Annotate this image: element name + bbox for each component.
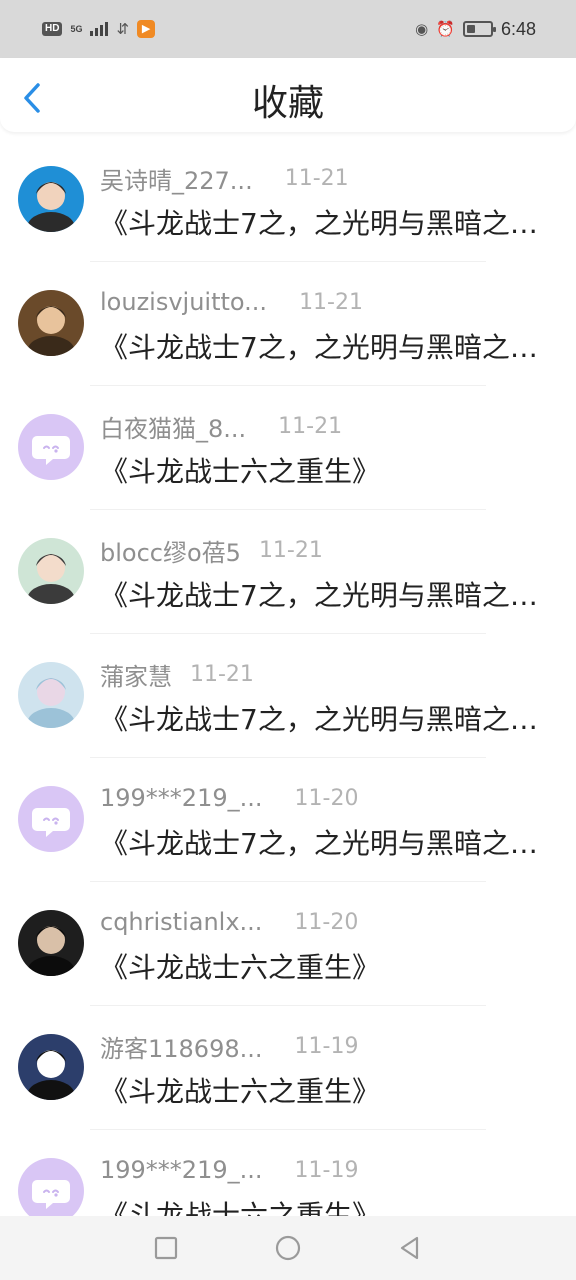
battery-icon <box>462 21 496 37</box>
meta-row: 游客118698... 11-19 <box>100 1029 359 1064</box>
meta-row: 白夜猫猫_8... 11-21 <box>100 409 343 444</box>
avatar[interactable] <box>18 1034 84 1100</box>
favorites-list: 吴诗晴_227... 11-21 《斗龙战士7之，之光明与黑暗之战》 louzisvj… <box>0 138 576 1216</box>
avatar[interactable] <box>18 290 84 356</box>
user-name[interactable]: blocc缪o蓓5 <box>100 533 241 568</box>
meta-row: 199***219_... 11-19 <box>100 1154 358 1186</box>
user-name[interactable]: 白夜猫猫_8... <box>100 409 246 444</box>
avatar[interactable] <box>18 662 84 728</box>
meta-row: 吴诗晴_227... 11-21 <box>100 161 349 196</box>
app-header: 收藏 <box>0 58 576 132</box>
recent-apps-icon <box>154 1236 178 1260</box>
recent-apps-button[interactable] <box>151 1233 181 1263</box>
app-notification-icon: ▶ <box>137 20 156 38</box>
meta-row: blocc缪o蓓5 11-21 <box>100 533 323 568</box>
list-item[interactable]: cqhristianlx... 11-20 《斗龙战士六之重生》 <box>0 882 576 1006</box>
meta-row: louzisvjuitto... 11-21 <box>100 286 363 318</box>
status-left: HD 5G ⇵ ▶ <box>42 20 156 38</box>
avatar[interactable] <box>18 786 84 852</box>
system-nav-bar <box>0 1216 576 1280</box>
page-title: 收藏 <box>251 83 324 124</box>
user-name[interactable]: 游客118698... <box>100 1029 263 1064</box>
list-item[interactable]: 游客118698... 11-19 《斗龙战士六之重生》 <box>0 1006 576 1130</box>
favorite-date: 11-21 <box>190 661 254 687</box>
status-bar: HD 5G ⇵ ▶ ◉ ⏰ 6:48 <box>0 0 576 58</box>
user-photo-icon <box>18 166 84 232</box>
avatar[interactable] <box>18 1158 84 1216</box>
list-item[interactable]: 199***219_... 11-19 《斗龙战士六之重生》 <box>0 1130 576 1216</box>
meta-row: cqhristianlx... 11-20 <box>100 906 358 938</box>
clock: 6:48 <box>500 18 536 39</box>
user-photo-icon <box>18 538 84 604</box>
favorite-date: 11-21 <box>278 413 343 439</box>
list-item[interactable]: 吴诗晴_227... 11-21 《斗龙战士7之，之光明与黑暗之战》 <box>0 138 576 262</box>
user-photo-icon <box>18 662 84 728</box>
work-title[interactable]: 《斗龙战士六之重生》 <box>100 1070 552 1110</box>
list-item[interactable]: blocc缪o蓓5 11-21 《斗龙战士7之，之光明与黑暗之战》 <box>0 510 576 634</box>
list-item[interactable]: 白夜猫猫_8... 11-21 《斗龙战士六之重生》 <box>0 386 576 510</box>
signal-icon <box>90 22 109 36</box>
data-icon: ⇵ <box>116 21 130 38</box>
list-item[interactable]: 199***219_... 11-20 《斗龙战士7之，之光明与黑暗之战》 <box>0 758 576 882</box>
default-avatar-icon <box>32 436 70 465</box>
work-title[interactable]: 《斗龙战士7之，之光明与黑暗之战》 <box>100 574 552 614</box>
user-name[interactable]: 吴诗晴_227... <box>100 161 253 196</box>
avatar[interactable] <box>18 414 84 480</box>
user-name[interactable]: 199***219_... <box>100 1156 263 1184</box>
user-name[interactable]: 199***219_... <box>100 784 263 812</box>
favorite-date: 11-20 <box>294 909 359 935</box>
meta-row: 蒲家慧 11-21 <box>100 657 254 692</box>
meta-row: 199***219_... 11-20 <box>100 782 358 814</box>
favorite-date: 11-21 <box>284 165 349 191</box>
avatar[interactable] <box>18 166 84 232</box>
network-type: 5G <box>70 23 83 34</box>
default-avatar-icon <box>32 1180 70 1209</box>
hd-icon: HD <box>42 22 63 36</box>
work-title[interactable]: 《斗龙战士7之，之光明与黑暗之战》 <box>100 202 552 242</box>
user-name[interactable]: 蒲家慧 <box>100 657 172 692</box>
home-button[interactable] <box>273 1233 303 1263</box>
back-icon <box>400 1236 419 1260</box>
favorite-date: 11-21 <box>258 537 323 563</box>
back-nav-button[interactable] <box>395 1233 425 1263</box>
list-item[interactable]: 蒲家慧 11-21 《斗龙战士7之，之光明与黑暗之战》 <box>0 634 576 758</box>
favorite-date: 11-20 <box>294 785 359 811</box>
default-avatar-icon <box>32 808 70 837</box>
work-title[interactable]: 《斗龙战士7之，之光明与黑暗之战》 <box>100 822 552 862</box>
work-title[interactable]: 《斗龙战士六之重生》 <box>100 1194 552 1216</box>
user-name[interactable]: louzisvjuitto... <box>100 288 267 316</box>
work-title[interactable]: 《斗龙战士六之重生》 <box>100 450 552 490</box>
user-photo-icon <box>18 1034 84 1100</box>
list-item[interactable]: louzisvjuitto... 11-21 《斗龙战士7之，之光明与黑暗之战》 <box>0 262 576 386</box>
avatar[interactable] <box>18 910 84 976</box>
user-name[interactable]: cqhristianlx... <box>100 908 262 936</box>
eye-icon: ◉ <box>415 21 429 38</box>
favorite-date: 11-19 <box>294 1033 359 1059</box>
work-title[interactable]: 《斗龙战士六之重生》 <box>100 946 552 986</box>
work-title[interactable]: 《斗龙战士7之，之光明与黑暗之战》 <box>100 326 552 366</box>
work-title[interactable]: 《斗龙战士7之，之光明与黑暗之战》 <box>100 698 552 738</box>
user-photo-icon <box>18 290 84 356</box>
user-photo-icon <box>18 910 84 976</box>
home-icon <box>275 1235 301 1261</box>
avatar[interactable] <box>18 538 84 604</box>
status-right: ◉ ⏰ 6:48 <box>415 19 536 40</box>
alarm-icon: ⏰ <box>436 21 455 38</box>
favorite-date: 11-21 <box>299 289 363 315</box>
favorite-date: 11-19 <box>294 1157 359 1183</box>
